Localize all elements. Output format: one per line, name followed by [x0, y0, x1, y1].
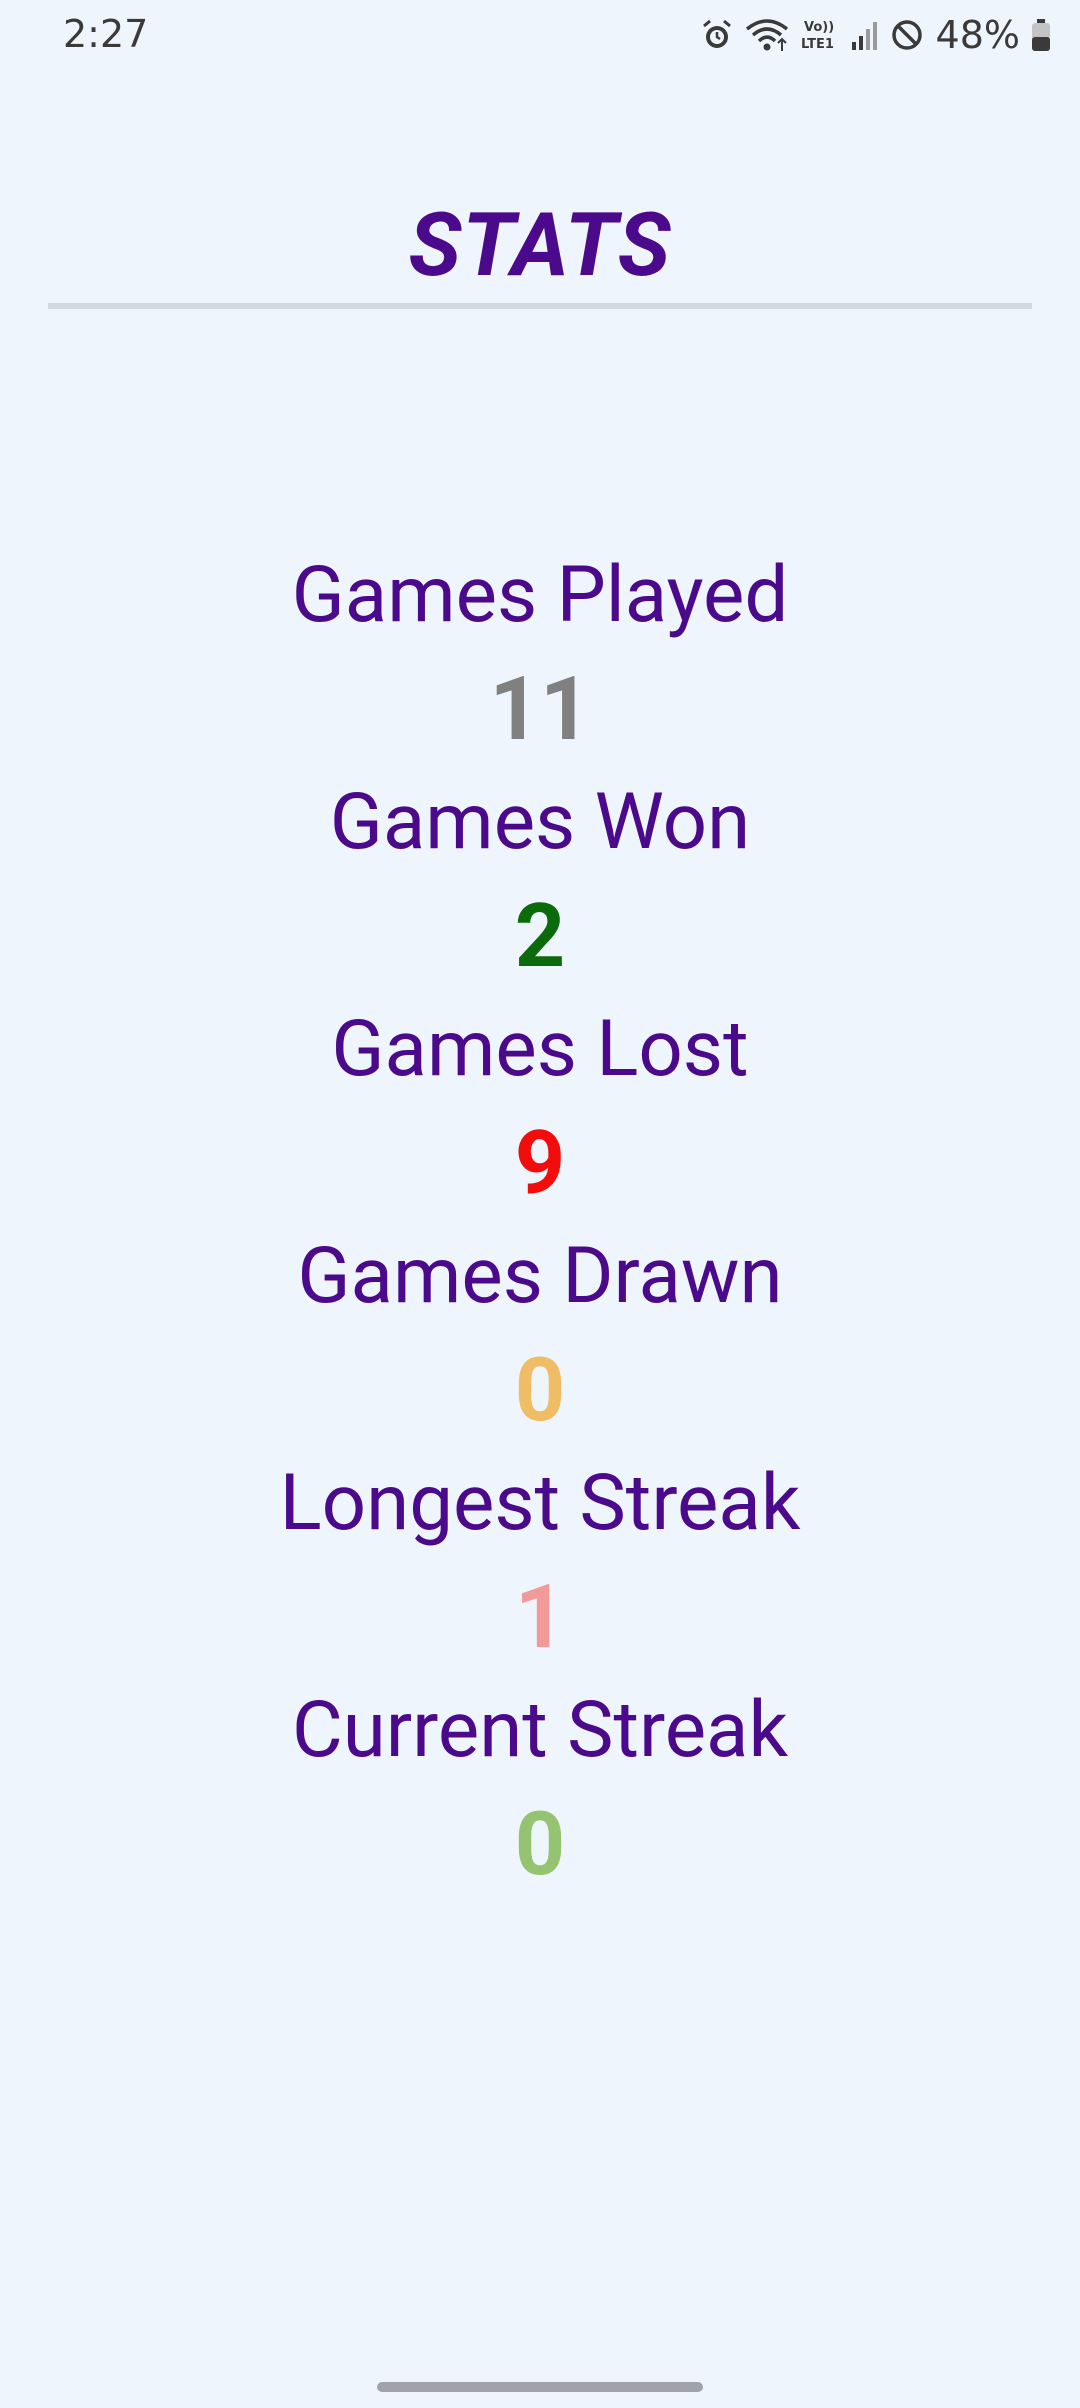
title-divider [48, 303, 1032, 309]
stat-value: 9 [514, 1112, 566, 1215]
stat-value: 0 [514, 1339, 566, 1442]
home-indicator[interactable] [377, 2382, 703, 2392]
svg-text:LTE1: LTE1 [801, 37, 834, 52]
volte-icon: Vo)) LTE1 [800, 17, 840, 53]
status-bar: 2:27 Vo)) LTE1 48% [0, 0, 1080, 70]
stat-label: Current Streak [291, 1685, 789, 1776]
alarm-icon [700, 18, 734, 52]
stat-current-streak: Current Streak 0 [0, 1675, 1080, 1902]
stats-list: Games Played 11 Games Won 2 Games Lost 9… [0, 540, 1080, 1902]
do-not-disturb-icon [890, 18, 924, 52]
signal-icon [850, 18, 880, 52]
stat-games-won: Games Won 2 [0, 767, 1080, 994]
stat-games-played: Games Played 11 [0, 540, 1080, 767]
stat-longest-streak: Longest Streak 1 [0, 1448, 1080, 1675]
stat-label: Longest Streak [279, 1458, 801, 1549]
stat-value: 0 [514, 1793, 566, 1896]
stat-label: Games Lost [331, 1004, 749, 1095]
stat-value: 11 [489, 658, 591, 761]
battery-percent: 48% [935, 13, 1020, 57]
svg-text:Vo)): Vo)) [804, 20, 834, 35]
stat-games-lost: Games Lost 9 [0, 994, 1080, 1221]
stat-games-drawn: Games Drawn 0 [0, 1221, 1080, 1448]
stat-value: 1 [514, 1566, 566, 1669]
status-icons: Vo)) LTE1 48% [700, 10, 1052, 60]
battery-icon [1030, 17, 1052, 53]
stat-label: Games Played [291, 550, 789, 641]
stat-label: Games Won [329, 777, 751, 868]
status-time: 2:27 [63, 12, 149, 56]
stat-value: 2 [514, 885, 566, 988]
wifi-icon [744, 17, 790, 53]
stat-label: Games Drawn [297, 1231, 783, 1322]
page-title: STATS [408, 194, 672, 297]
